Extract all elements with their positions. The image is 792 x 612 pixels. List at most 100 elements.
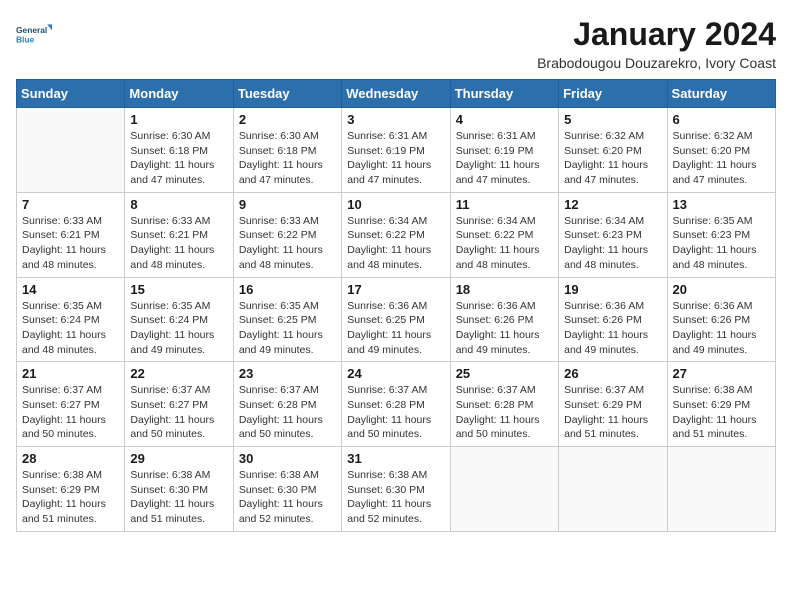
day-number: 5 <box>564 112 661 127</box>
calendar-cell-w2-d7: 13Sunrise: 6:35 AMSunset: 6:23 PMDayligh… <box>667 192 775 277</box>
day-number: 4 <box>456 112 553 127</box>
calendar-cell-w1-d2: 1Sunrise: 6:30 AMSunset: 6:18 PMDaylight… <box>125 108 233 193</box>
day-info: Sunrise: 6:36 AMSunset: 6:26 PMDaylight:… <box>456 299 553 358</box>
month-title: January 2024 <box>537 16 776 53</box>
day-info: Sunrise: 6:36 AMSunset: 6:26 PMDaylight:… <box>564 299 661 358</box>
col-wednesday: Wednesday <box>342 80 450 108</box>
day-number: 17 <box>347 282 444 297</box>
day-info: Sunrise: 6:34 AMSunset: 6:23 PMDaylight:… <box>564 214 661 273</box>
day-info: Sunrise: 6:36 AMSunset: 6:25 PMDaylight:… <box>347 299 444 358</box>
calendar-table: Sunday Monday Tuesday Wednesday Thursday… <box>16 79 776 532</box>
calendar-cell-w1-d5: 4 Sunrise: 6:31 AMSunset: 6:19 PMDaylight… <box>450 108 558 193</box>
day-number: 1 <box>130 112 227 127</box>
svg-text:General: General <box>16 25 47 35</box>
day-info: Sunrise: 6:35 AMSunset: 6:24 PMDaylight:… <box>130 299 227 358</box>
calendar-week-4: 21 Sunrise: 6:37 AMSunset: 6:27 PMDayligh… <box>17 362 776 447</box>
day-info: Sunrise: 6:37 AMSunset: 6:28 PMDaylight:… <box>456 383 553 442</box>
col-friday: Friday <box>559 80 667 108</box>
day-number: 16 <box>239 282 336 297</box>
col-monday: Monday <box>125 80 233 108</box>
day-number: 11 <box>456 197 553 212</box>
day-number: 28 <box>22 451 119 466</box>
calendar-cell-w5-d5 <box>450 447 558 532</box>
day-info: Sunrise: 6:34 AMSunset: 6:22 PMDaylight:… <box>456 214 553 273</box>
location-subtitle: Brabodougou Douzarekro, Ivory Coast <box>537 55 776 71</box>
day-number: 24 <box>347 366 444 381</box>
logo-icon: General Blue <box>16 16 52 52</box>
calendar-cell-w5-d1: 28 Sunrise: 6:38 AMSunset: 6:29 PMDayligh… <box>17 447 125 532</box>
calendar-cell-w4-d5: 25 Sunrise: 6:37 AMSunset: 6:28 PMDayligh… <box>450 362 558 447</box>
calendar-week-1: 1 Sunrise: 6:30 AMSunset: 6:18 PMDaylight… <box>17 108 776 193</box>
col-thursday: Thursday <box>450 80 558 108</box>
day-info: Sunrise: 6:30 AMSunset: 6:18 PMDaylight:… <box>239 129 336 188</box>
day-info: Sunrise: 6:31 AMSunset: 6:19 PMDaylight:… <box>456 129 553 188</box>
day-info: Sunrise: 6:33 AMSunset: 6:22 PMDaylight:… <box>239 214 336 273</box>
calendar-cell-w5-d7 <box>667 447 775 532</box>
day-number: 23 <box>239 366 336 381</box>
day-info: Sunrise: 6:37 AMSunset: 6:29 PMDaylight:… <box>564 383 661 442</box>
day-info: Sunrise: 6:37 AMSunset: 6:28 PMDaylight:… <box>239 383 336 442</box>
calendar-cell-w4-d7: 27Sunrise: 6:38 AMSunset: 6:29 PMDayligh… <box>667 362 775 447</box>
day-number: 20 <box>673 282 770 297</box>
calendar-cell-w2-d6: 12 Sunrise: 6:34 AMSunset: 6:23 PMDayligh… <box>559 192 667 277</box>
calendar-cell-w1-d4: 3Sunrise: 6:31 AMSunset: 6:19 PMDaylight… <box>342 108 450 193</box>
calendar-header-row: Sunday Monday Tuesday Wednesday Thursday… <box>17 80 776 108</box>
day-number: 19 <box>564 282 661 297</box>
day-number: 15 <box>130 282 227 297</box>
day-info: Sunrise: 6:38 AMSunset: 6:30 PMDaylight:… <box>347 468 444 527</box>
day-info: Sunrise: 6:38 AMSunset: 6:30 PMDaylight:… <box>239 468 336 527</box>
calendar-cell-w2-d1: 7 Sunrise: 6:33 AMSunset: 6:21 PMDaylight… <box>17 192 125 277</box>
calendar-cell-w2-d2: 8 Sunrise: 6:33 AMSunset: 6:21 PMDaylight… <box>125 192 233 277</box>
calendar-cell-w3-d4: 17 Sunrise: 6:36 AMSunset: 6:25 PMDayligh… <box>342 277 450 362</box>
calendar-cell-w4-d6: 26Sunrise: 6:37 AMSunset: 6:29 PMDayligh… <box>559 362 667 447</box>
calendar-cell-w5-d2: 29 Sunrise: 6:38 AMSunset: 6:30 PMDayligh… <box>125 447 233 532</box>
day-number: 22 <box>130 366 227 381</box>
day-number: 7 <box>22 197 119 212</box>
day-number: 30 <box>239 451 336 466</box>
day-info: Sunrise: 6:31 AMSunset: 6:19 PMDaylight:… <box>347 129 444 188</box>
day-number: 2 <box>239 112 336 127</box>
day-number: 21 <box>22 366 119 381</box>
day-info: Sunrise: 6:33 AMSunset: 6:21 PMDaylight:… <box>130 214 227 273</box>
day-number: 29 <box>130 451 227 466</box>
logo: General Blue <box>16 16 52 52</box>
day-number: 6 <box>673 112 770 127</box>
calendar-cell-w4-d3: 23 Sunrise: 6:37 AMSunset: 6:28 PMDayligh… <box>233 362 341 447</box>
calendar-cell-w3-d1: 14Sunrise: 6:35 AMSunset: 6:24 PMDayligh… <box>17 277 125 362</box>
day-number: 12 <box>564 197 661 212</box>
day-number: 13 <box>673 197 770 212</box>
calendar-cell-w3-d5: 18 Sunrise: 6:36 AMSunset: 6:26 PMDayligh… <box>450 277 558 362</box>
calendar-cell-w5-d6 <box>559 447 667 532</box>
day-number: 25 <box>456 366 553 381</box>
day-info: Sunrise: 6:34 AMSunset: 6:22 PMDaylight:… <box>347 214 444 273</box>
col-tuesday: Tuesday <box>233 80 341 108</box>
calendar-cell-w4-d2: 22 Sunrise: 6:37 AMSunset: 6:27 PMDayligh… <box>125 362 233 447</box>
calendar-cell-w2-d5: 11 Sunrise: 6:34 AMSunset: 6:22 PMDayligh… <box>450 192 558 277</box>
day-info: Sunrise: 6:33 AMSunset: 6:21 PMDaylight:… <box>22 214 119 273</box>
day-info: Sunrise: 6:38 AMSunset: 6:29 PMDaylight:… <box>22 468 119 527</box>
day-info: Sunrise: 6:32 AMSunset: 6:20 PMDaylight:… <box>673 129 770 188</box>
day-info: Sunrise: 6:37 AMSunset: 6:27 PMDaylight:… <box>22 383 119 442</box>
calendar-cell-w3-d3: 16Sunrise: 6:35 AMSunset: 6:25 PMDayligh… <box>233 277 341 362</box>
day-number: 9 <box>239 197 336 212</box>
calendar-week-2: 7 Sunrise: 6:33 AMSunset: 6:21 PMDaylight… <box>17 192 776 277</box>
day-info: Sunrise: 6:37 AMSunset: 6:28 PMDaylight:… <box>347 383 444 442</box>
day-info: Sunrise: 6:37 AMSunset: 6:27 PMDaylight:… <box>130 383 227 442</box>
calendar-cell-w4-d1: 21 Sunrise: 6:37 AMSunset: 6:27 PMDayligh… <box>17 362 125 447</box>
title-block: January 2024 Brabodougou Douzarekro, Ivo… <box>537 16 776 71</box>
calendar-cell-w5-d3: 30 Sunrise: 6:38 AMSunset: 6:30 PMDayligh… <box>233 447 341 532</box>
calendar-cell-w2-d3: 9 Sunrise: 6:33 AMSunset: 6:22 PMDaylight… <box>233 192 341 277</box>
day-number: 8 <box>130 197 227 212</box>
calendar-cell-w3-d7: 20Sunrise: 6:36 AMSunset: 6:26 PMDayligh… <box>667 277 775 362</box>
day-number: 31 <box>347 451 444 466</box>
day-info: Sunrise: 6:38 AMSunset: 6:30 PMDaylight:… <box>130 468 227 527</box>
calendar-cell-w3-d2: 15 Sunrise: 6:35 AMSunset: 6:24 PMDayligh… <box>125 277 233 362</box>
day-number: 18 <box>456 282 553 297</box>
calendar-cell-w1-d3: 2 Sunrise: 6:30 AMSunset: 6:18 PMDaylight… <box>233 108 341 193</box>
day-number: 27 <box>673 366 770 381</box>
page-header: General Blue January 2024 Brabodougou Do… <box>16 16 776 71</box>
day-info: Sunrise: 6:35 AMSunset: 6:24 PMDaylight:… <box>22 299 119 358</box>
day-info: Sunrise: 6:32 AMSunset: 6:20 PMDaylight:… <box>564 129 661 188</box>
col-sunday: Sunday <box>17 80 125 108</box>
calendar-cell-w1-d7: 6 Sunrise: 6:32 AMSunset: 6:20 PMDaylight… <box>667 108 775 193</box>
